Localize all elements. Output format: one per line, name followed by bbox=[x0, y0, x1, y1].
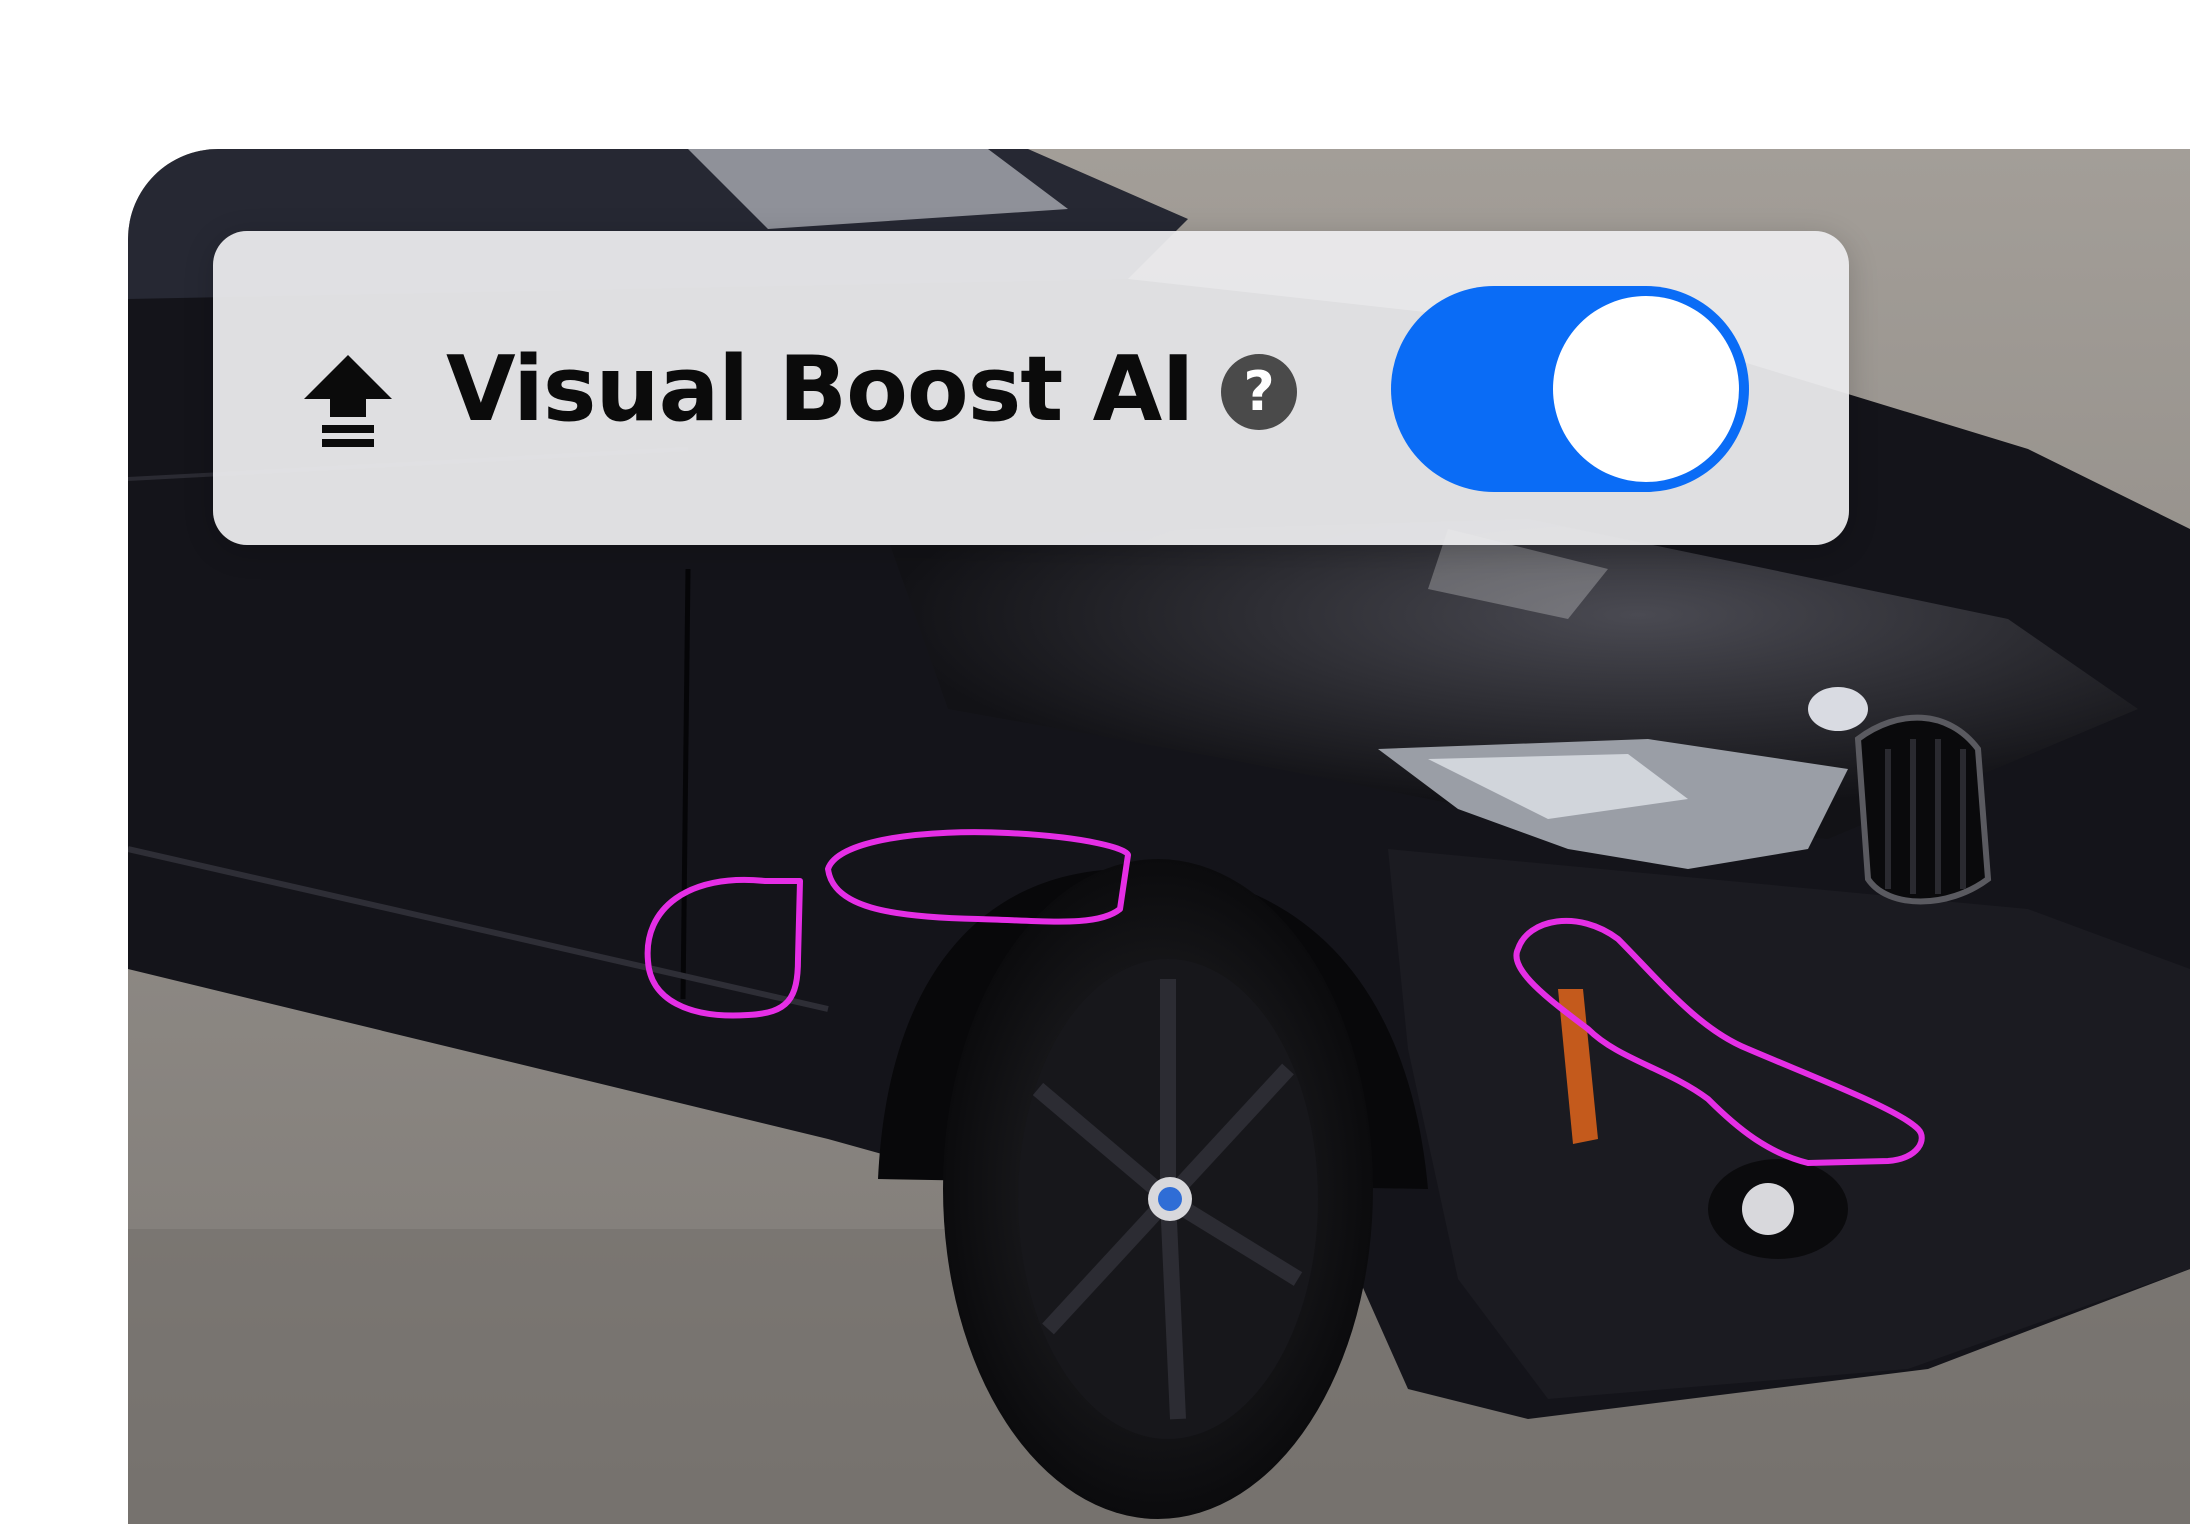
visual-boost-label: Visual Boost AI bbox=[446, 337, 1195, 442]
boost-arrow-icon bbox=[304, 355, 392, 447]
help-circle-icon[interactable]: ? bbox=[1221, 354, 1297, 430]
visual-boost-panel: Visual Boost AI ? bbox=[213, 231, 1849, 545]
visual-boost-toggle[interactable] bbox=[1391, 286, 1749, 492]
toggle-knob bbox=[1553, 296, 1739, 482]
